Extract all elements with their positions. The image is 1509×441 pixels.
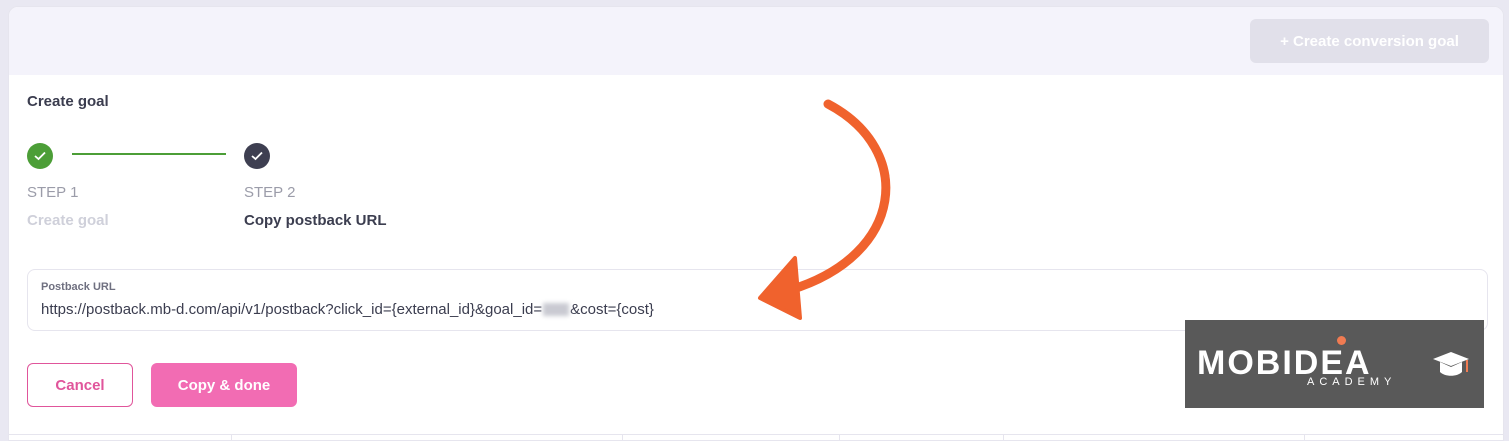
cancel-button[interactable]: Cancel <box>27 363 133 407</box>
step-1-indicator <box>27 143 53 169</box>
step-1-label: Create goal <box>27 212 109 229</box>
step-1-number: STEP 1 <box>27 184 79 201</box>
redacted-goal-id <box>543 303 570 316</box>
step-connector <box>72 153 226 155</box>
table-column-divider <box>231 434 232 440</box>
table-top-border <box>9 434 1503 435</box>
section-title: Create goal <box>27 93 109 110</box>
top-bar: + Create conversion goal <box>9 7 1503 75</box>
postback-url-suffix: &cost={cost} <box>570 301 654 318</box>
graduation-cap-icon <box>1433 352 1469 376</box>
postback-url-value[interactable]: https://postback.mb-d.com/api/v1/postbac… <box>41 301 654 318</box>
copy-and-done-button[interactable]: Copy & done <box>151 363 297 407</box>
table-column-divider <box>1003 434 1004 440</box>
step-2-label: Copy postback URL <box>244 212 387 229</box>
create-conversion-goal-button[interactable]: + Create conversion goal <box>1250 19 1489 63</box>
check-icon <box>34 151 46 161</box>
postback-url-label: Postback URL <box>41 281 116 293</box>
step-2-number: STEP 2 <box>244 184 296 201</box>
mobidea-academy-watermark: MOBIDEA ACADEMY <box>1185 320 1484 408</box>
watermark-subtitle: ACADEMY <box>1307 376 1397 388</box>
check-icon <box>251 151 263 161</box>
table-column-divider <box>1304 434 1305 440</box>
table-column-divider <box>839 434 840 440</box>
step-2-indicator <box>244 143 270 169</box>
table-column-divider <box>622 434 623 440</box>
postback-url-prefix: https://postback.mb-d.com/api/v1/postbac… <box>41 301 543 318</box>
